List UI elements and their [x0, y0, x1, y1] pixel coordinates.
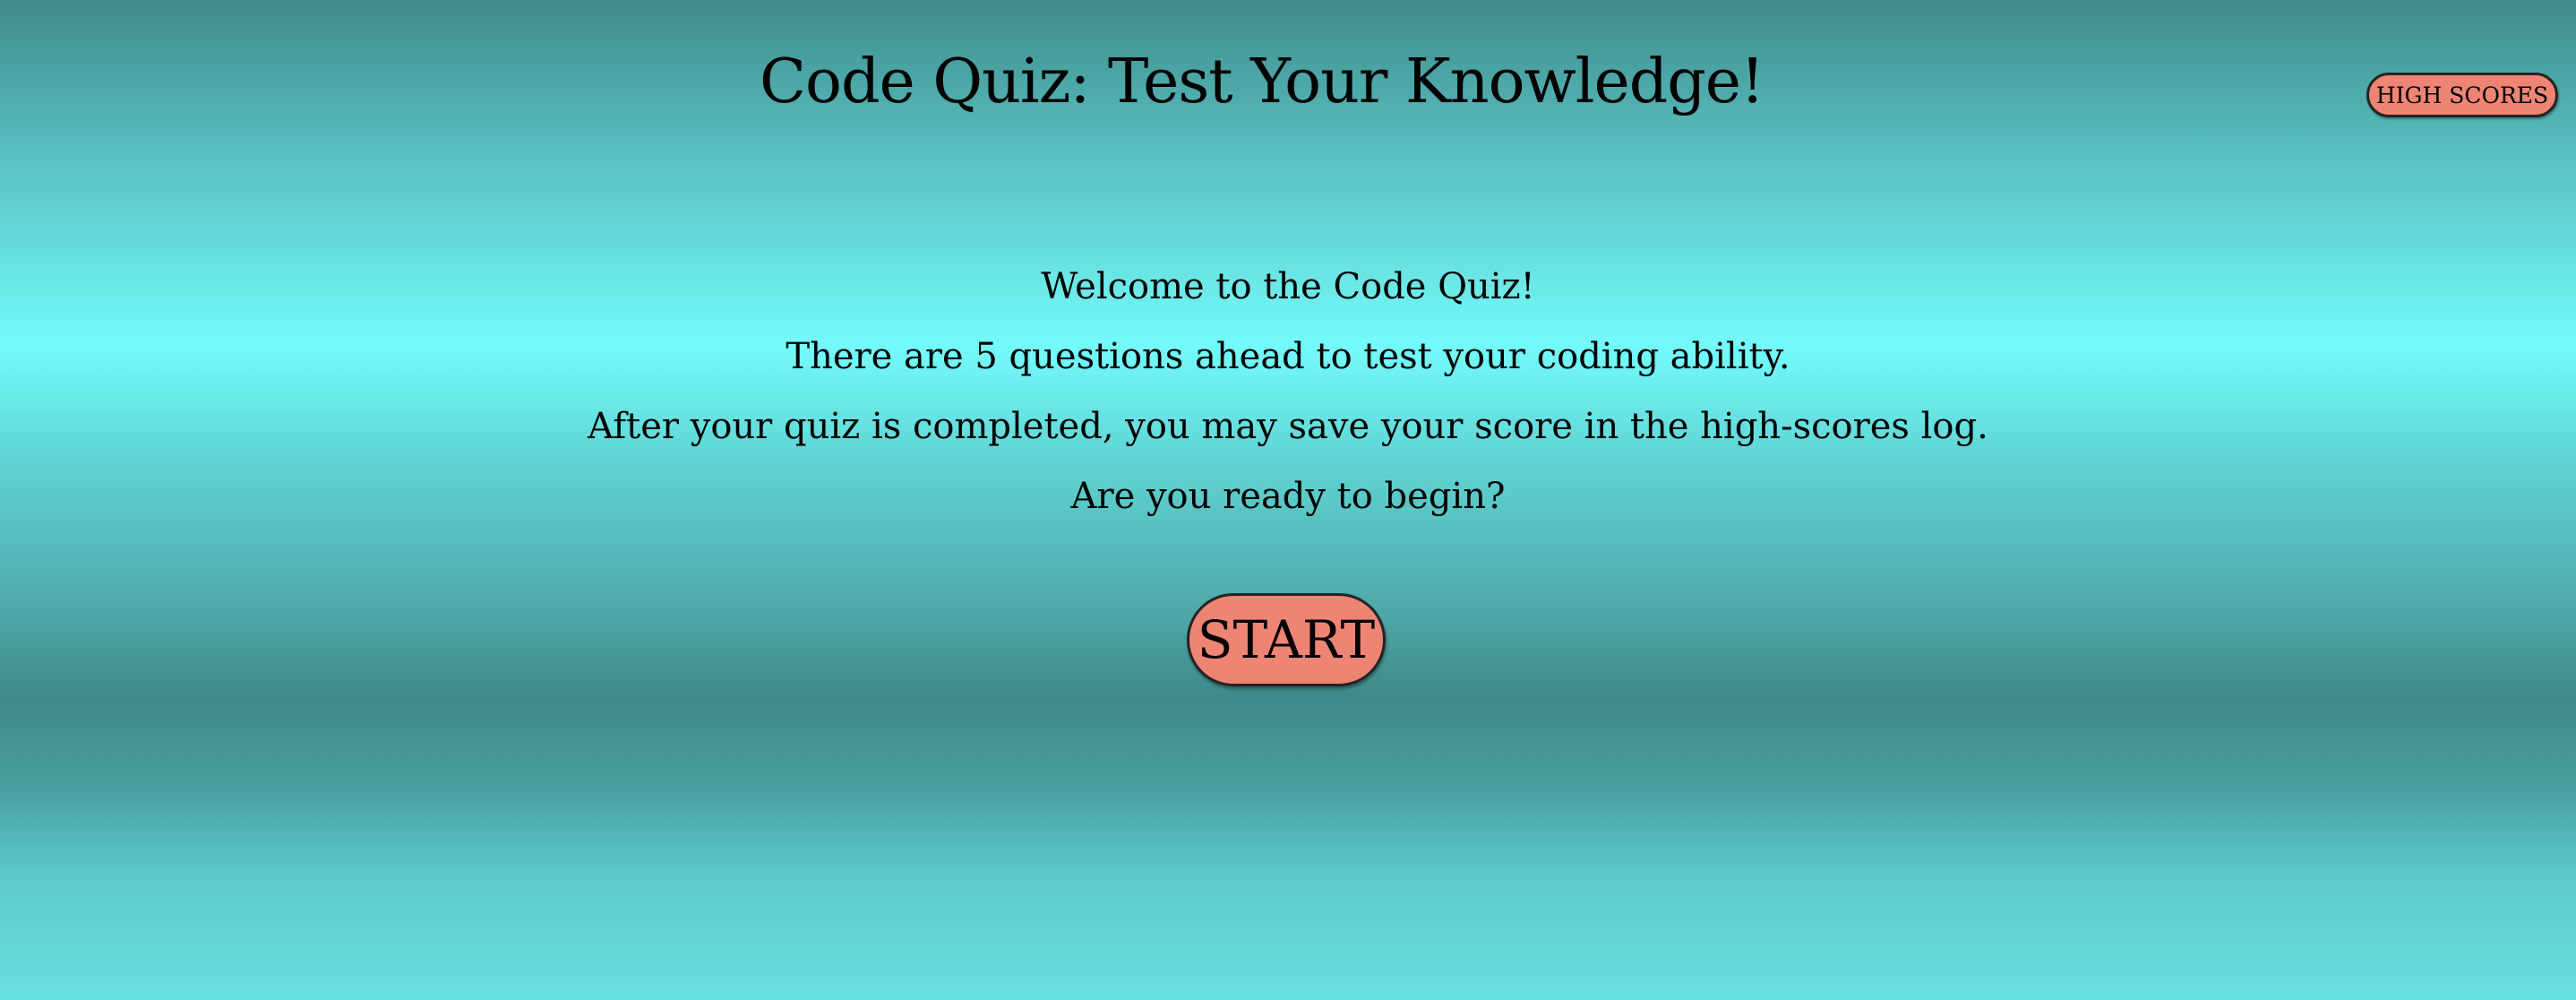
start-button[interactable]: START: [1187, 593, 1386, 686]
intro-line-save-score: After your quiz is completed, you may sa…: [588, 406, 1988, 447]
intro-text: Welcome to the Code Quiz! There are 5 qu…: [0, 260, 2576, 539]
page-title: Code Quiz: Test Your Knowledge!: [760, 47, 1765, 117]
intro-line-ready: Are you ready to begin?: [1070, 476, 1506, 517]
intro-line-questions: There are 5 questions ahead to test your…: [786, 336, 1790, 377]
quiz-page: { "header": { "title": "Code Quiz: Test …: [0, 0, 2576, 1000]
intro-line-welcome: Welcome to the Code Quiz!: [1041, 266, 1535, 307]
high-scores-button[interactable]: HIGH SCORES: [2366, 73, 2558, 117]
